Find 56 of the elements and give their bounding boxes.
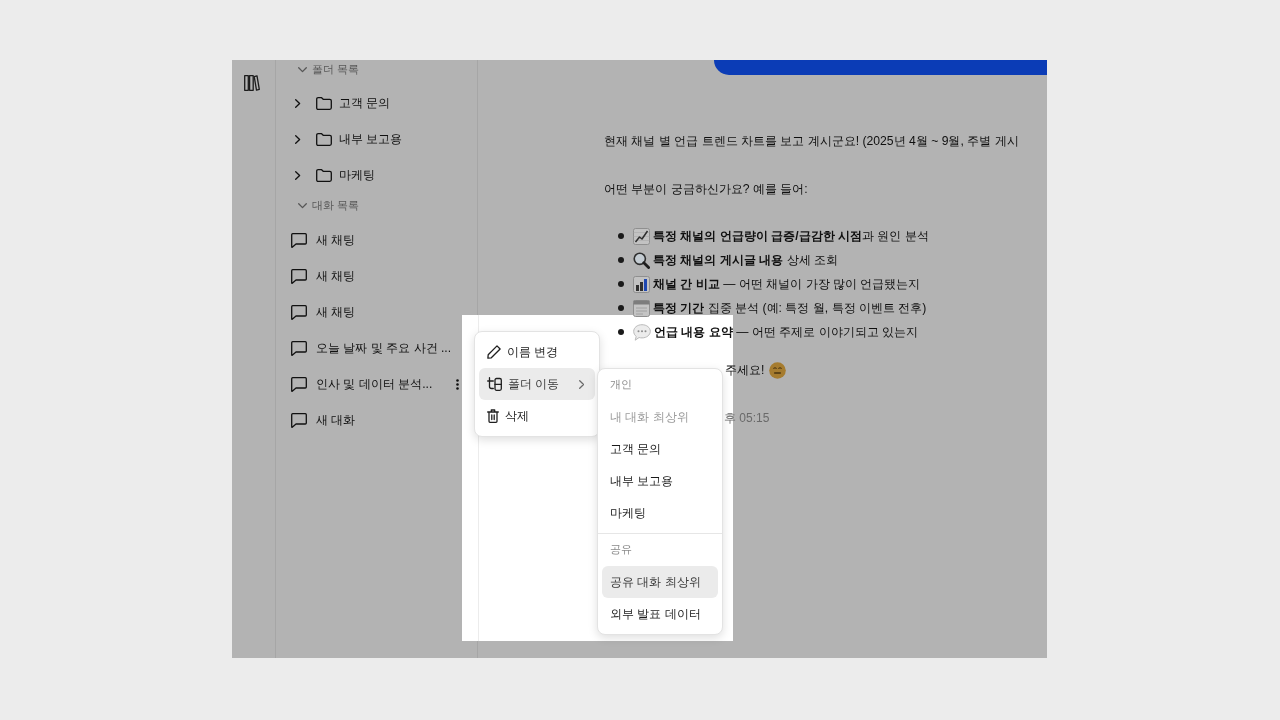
more-options-icon[interactable] (456, 378, 459, 390)
line-chart-icon (633, 227, 650, 245)
face-emoji-icon (769, 361, 787, 379)
menu-item[interactable]: 삭제 (479, 400, 595, 432)
chat-bubble-icon (291, 304, 307, 320)
chat-bubble-icon (291, 376, 307, 392)
chat-list-item[interactable]: 새 채팅 (291, 222, 460, 258)
trash-icon (487, 409, 499, 423)
list-item-text: 특정 채널의 언급량이 급증/급감한 시점과 원인 분석 (653, 228, 929, 245)
section-header[interactable]: 대화 목록 (291, 196, 460, 216)
menu-item[interactable]: 이름 변경 (479, 336, 595, 368)
library-icon[interactable] (244, 75, 260, 91)
bullet-dot-icon (618, 233, 624, 239)
bullet-dot-icon (618, 329, 624, 335)
chat-list-item[interactable]: 인사 및 데이터 분석... (291, 366, 460, 402)
chat-list-item[interactable]: 새 대화 (291, 402, 460, 438)
list-item-text: 특정 채널의 게시글 내용 상세 조회 (653, 252, 838, 269)
menu-item: 내 대화 최상위 (609, 408, 690, 426)
list-item-text: 언급 내용 요약 — 어떤 주제로 이야기되고 있는지 (654, 324, 918, 341)
menu-item[interactable]: 공유 대화 최상위 (602, 566, 718, 598)
magnifier-icon (633, 251, 650, 269)
folder-icon (315, 168, 332, 182)
folder-list-item[interactable]: 마케팅 (291, 157, 460, 193)
calendar-icon (633, 299, 650, 317)
chat-bubble-icon (291, 268, 307, 284)
menu-section-label: 공유 (610, 543, 632, 557)
bar-chart-icon (633, 275, 650, 293)
menu-item[interactable]: 외부 발표 데이터 (602, 598, 718, 630)
bullet-dot-icon (618, 257, 624, 263)
speech-bubble-icon (633, 323, 651, 341)
chat-list-item[interactable]: 오늘 날짜 및 주요 사건 ... (291, 330, 460, 366)
chat-bubble-icon (291, 232, 307, 248)
message-timestamp: 후 05:15 (724, 410, 770, 427)
folder-icon (315, 96, 332, 110)
message-text: 현재 채널 별 언급 트렌드 차트를 보고 계시군요! (2025년 4월 ~ 9월, 주별 게시 (604, 133, 1019, 150)
folder-list-item[interactable]: 고객 문의 (291, 85, 460, 121)
message-text: 주세요! (725, 361, 765, 379)
menu-section-label: 개인 (610, 378, 632, 392)
bullet-dot-icon (618, 305, 624, 311)
menu-item[interactable]: 고객 문의 (602, 433, 718, 465)
menu-item[interactable]: 마케팅 (602, 497, 718, 529)
chat-bubble-icon (291, 340, 307, 356)
bullet-dot-icon (618, 281, 624, 287)
tree-branch-icon (487, 377, 502, 391)
section-header[interactable]: 폴더 목록 (291, 60, 460, 80)
message-text: 어떤 부분이 궁금하신가요? 예를 들어: (604, 181, 808, 198)
chat-list-item[interactable]: 새 채팅 (291, 294, 460, 330)
list-item-text: 채널 간 비교 — 어떤 채널이 가장 많이 언급됐는지 (653, 276, 921, 293)
chat-list-item[interactable]: 새 채팅 (291, 258, 460, 294)
folder-icon (315, 132, 332, 146)
list-item-text: 특정 기간 집중 분석 (예: 특정 월, 특정 이벤트 전후) (653, 300, 927, 317)
folder-list-item[interactable]: 내부 보고용 (291, 121, 460, 157)
chat-bubble-icon (291, 412, 307, 428)
menu-item[interactable]: 내부 보고용 (602, 465, 718, 497)
menu-item[interactable]: 폴더 이동 (479, 368, 595, 400)
pencil-icon (487, 345, 501, 359)
